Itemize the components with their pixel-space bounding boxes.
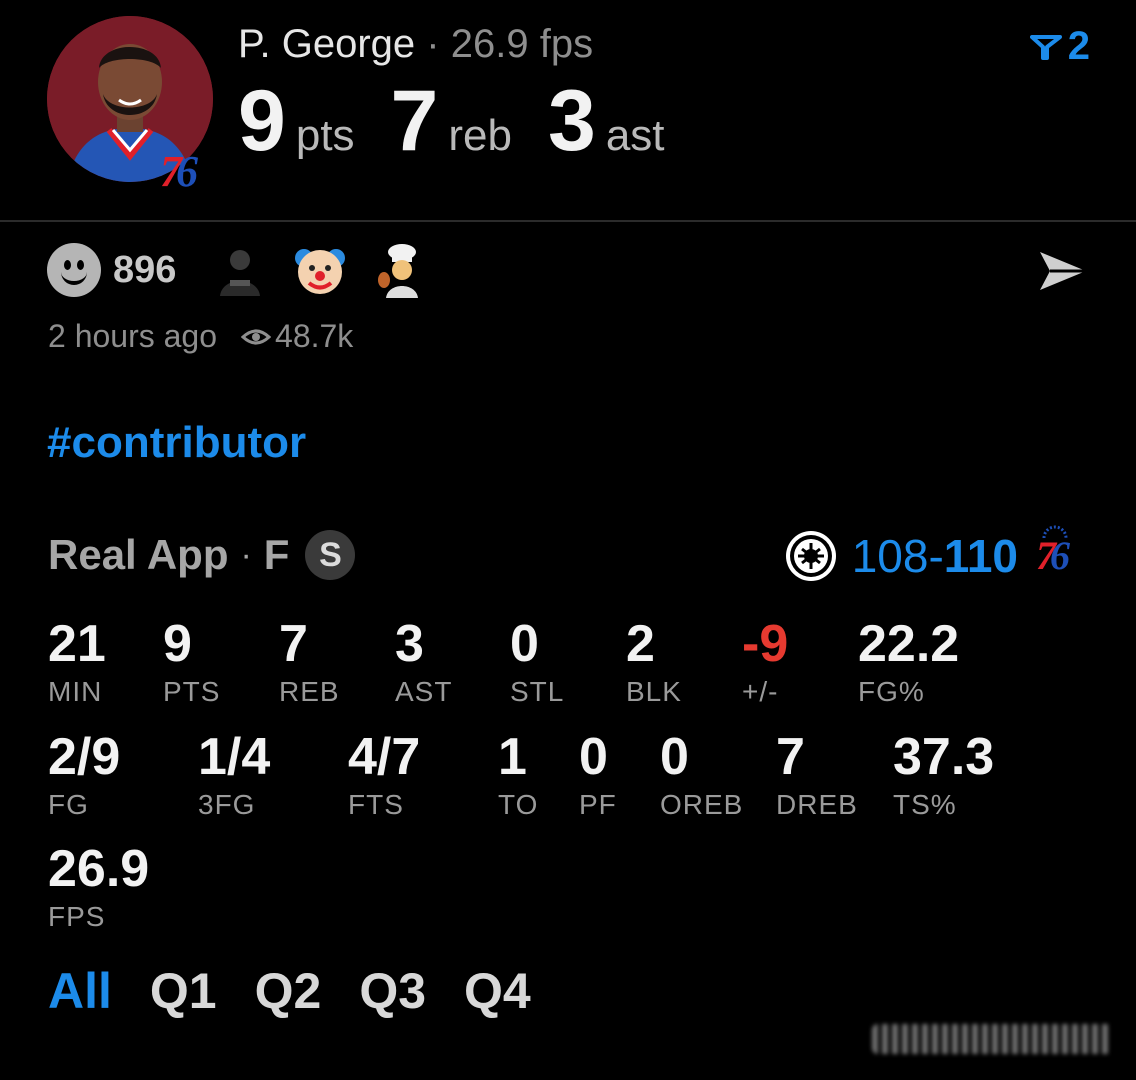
summary-unit: ast	[605, 111, 665, 160]
smiley-reaction-icon[interactable]	[47, 243, 101, 297]
stat-label: MIN	[48, 676, 103, 707]
stat-value: 26.9	[48, 840, 150, 898]
stat-value: -9	[742, 615, 789, 673]
stat-label: OREB	[660, 789, 744, 820]
game-status: F	[263, 531, 290, 578]
summary-value: 7	[390, 73, 439, 169]
post-meta: 2 hours ago 48.7k	[48, 318, 353, 355]
sixers-logo-icon: 76	[1036, 525, 1086, 584]
s-badge: S	[305, 530, 356, 580]
home-score: 110	[943, 530, 1018, 582]
stat-value: 37.3	[893, 728, 995, 786]
stat-reb: 7 REB	[279, 618, 340, 708]
summary-unit: reb	[448, 111, 512, 160]
stat-fg-pct: 22.2 FG%	[858, 618, 959, 708]
stat-value: 9	[163, 615, 192, 673]
separator: ·	[240, 535, 252, 574]
stat-value: 2	[626, 615, 655, 673]
divider	[0, 220, 1136, 222]
summary-stats: 9 pts 7 reb 3 ast	[238, 78, 701, 164]
score-dash: -	[928, 530, 944, 582]
stat-to: 1 TO	[498, 731, 538, 821]
stat-value: 0	[579, 728, 608, 786]
stat-label: BLK	[626, 676, 682, 707]
stat-plus-minus: -9 +/-	[742, 618, 788, 708]
stat-oreb: 0 OREB	[660, 731, 743, 821]
clown-icon[interactable]	[292, 242, 348, 298]
filter-icon	[1029, 34, 1062, 60]
stat-label: STL	[510, 676, 565, 707]
source-label: Real App	[48, 531, 229, 578]
stat-pf: 0 PF	[579, 731, 617, 821]
stat-label: FG%	[858, 676, 925, 707]
stat-3fg: 1/4 3FG	[198, 731, 270, 821]
tab-q4[interactable]: Q4	[464, 962, 531, 1020]
stat-dreb: 7 DREB	[776, 731, 858, 821]
stat-min: 21 MIN	[48, 618, 106, 708]
eye-icon	[241, 329, 272, 344]
stat-label: FPS	[48, 901, 106, 932]
game-source-row: Real App · F S	[48, 530, 356, 580]
stat-ts-pct: 37.3 TS%	[893, 731, 994, 821]
chef-icon[interactable]	[372, 242, 428, 298]
fantasy-points: 26.9 fps	[450, 22, 594, 66]
summary-unit: pts	[295, 111, 355, 160]
stat-label: TO	[498, 789, 539, 820]
stat-label: FG	[48, 789, 89, 820]
filter-button[interactable]: 2	[1029, 24, 1090, 69]
stat-value: 4/7	[348, 728, 421, 786]
stat-fps: 26.9 FPS	[48, 843, 149, 933]
reactions-bar[interactable]: 896	[47, 242, 452, 298]
separator: ·	[426, 22, 440, 66]
player-name[interactable]: P. George	[238, 22, 415, 66]
stat-blk: 2 BLK	[626, 618, 682, 708]
time-ago: 2 hours ago	[48, 318, 218, 354]
stat-value: 3	[395, 615, 424, 673]
tab-all[interactable]: All	[48, 962, 112, 1020]
hashtag-link[interactable]: #contributor	[47, 418, 306, 468]
stat-label: REB	[279, 676, 340, 707]
game-score[interactable]: 108 - 110 76	[784, 525, 1086, 584]
stat-value: 1	[498, 728, 527, 786]
stat-label: PTS	[163, 676, 221, 707]
stat-fts: 4/7 FTS	[348, 731, 420, 821]
stat-value: 7	[776, 728, 805, 786]
stat-value: 21	[48, 615, 106, 673]
stat-ast: 3 AST	[395, 618, 452, 708]
stat-fg: 2/9 FG	[48, 731, 120, 821]
stat-pts: 9 PTS	[163, 618, 220, 708]
team-logo-badge: 76	[160, 147, 198, 196]
stat-value: 22.2	[858, 615, 960, 673]
filter-count: 2	[1067, 24, 1090, 68]
stat-value: 7	[279, 615, 308, 673]
stat-label: AST	[395, 676, 453, 707]
summary-value: 3	[547, 73, 596, 169]
stat-label: TS%	[893, 789, 957, 820]
stat-label: FTS	[348, 789, 404, 820]
reaction-count: 896	[113, 248, 177, 291]
player-title[interactable]: P. George · 26.9 fps	[238, 22, 593, 67]
stat-value: 0	[510, 615, 539, 673]
period-tabs: All Q1 Q2 Q3 Q4	[48, 962, 569, 1020]
stat-label: 3FG	[198, 789, 256, 820]
stat-value: 2/9	[48, 728, 121, 786]
stat-value: 1/4	[198, 728, 271, 786]
stat-label: PF	[579, 789, 617, 820]
tab-q2[interactable]: Q2	[255, 962, 322, 1020]
stat-label: +/-	[742, 676, 779, 707]
summary-value: 9	[238, 73, 286, 169]
stat-stl: 0 STL	[510, 618, 564, 708]
away-score: 108	[851, 530, 929, 582]
nets-logo-icon	[785, 531, 836, 581]
view-count: 48.7k	[275, 318, 354, 354]
tab-q1[interactable]: Q1	[150, 962, 217, 1020]
share-send-icon[interactable]	[1036, 248, 1090, 294]
tab-q3[interactable]: Q3	[359, 962, 426, 1020]
watermark	[872, 1024, 1112, 1054]
stat-value: 0	[660, 728, 689, 786]
stat-label: DREB	[776, 789, 858, 820]
nets-player-icon[interactable]	[212, 242, 268, 298]
